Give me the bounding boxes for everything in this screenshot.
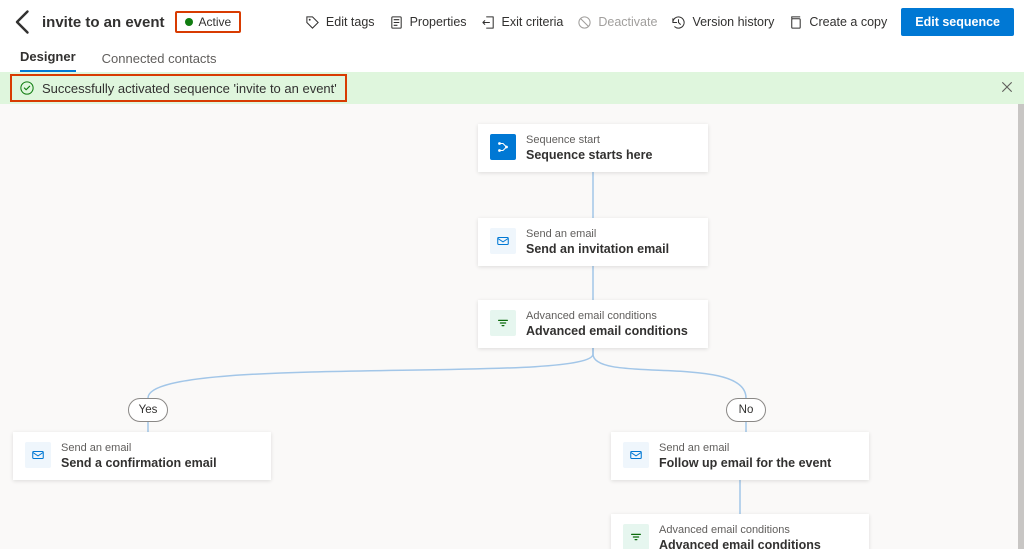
header-bar: invite to an event Active Edit tags Prop… — [0, 0, 1024, 44]
node-title: Advanced email conditions — [659, 538, 821, 549]
node-label: Advanced email conditions — [526, 310, 688, 322]
copy-icon — [788, 15, 803, 30]
close-icon — [1000, 80, 1014, 94]
tab-designer[interactable]: Designer — [20, 49, 76, 72]
node-label: Sequence start — [526, 134, 652, 146]
email-icon — [623, 442, 649, 468]
back-button[interactable] — [10, 8, 38, 36]
tab-connected-contacts[interactable]: Connected contacts — [102, 51, 217, 72]
success-icon — [20, 81, 34, 95]
deactivate-icon — [577, 15, 592, 30]
banner-close-button[interactable] — [1000, 80, 1014, 97]
node-title: Send a confirmation email — [61, 456, 217, 470]
node-label: Send an email — [61, 442, 217, 454]
create-copy-button[interactable]: Create a copy — [788, 15, 887, 30]
conditions-icon — [490, 310, 516, 336]
node-send-invitation-email[interactable]: Send an email Send an invitation email — [478, 218, 708, 266]
history-icon — [671, 15, 686, 30]
sequence-start-icon — [490, 134, 516, 160]
exit-icon — [481, 15, 496, 30]
node-label: Send an email — [659, 442, 831, 454]
properties-button[interactable]: Properties — [389, 15, 467, 30]
tag-icon — [305, 15, 320, 30]
exit-criteria-button[interactable]: Exit criteria — [481, 15, 564, 30]
version-history-button[interactable]: Version history — [671, 15, 774, 30]
status-dot-icon — [185, 18, 193, 26]
node-confirmation-email[interactable]: Send an email Send a confirmation email — [13, 432, 271, 480]
email-icon — [25, 442, 51, 468]
success-banner: Successfully activated sequence 'invite … — [0, 72, 1024, 104]
toolbar: Edit tags Properties Exit criteria Deact… — [305, 8, 1014, 36]
node-title: Follow up email for the event — [659, 456, 831, 470]
node-label: Send an email — [526, 228, 669, 240]
node-followup-email[interactable]: Send an email Follow up email for the ev… — [611, 432, 869, 480]
edit-tags-button[interactable]: Edit tags — [305, 15, 375, 30]
node-title: Advanced email conditions — [526, 324, 688, 338]
node-label: Advanced email conditions — [659, 524, 821, 536]
properties-icon — [389, 15, 404, 30]
banner-message: Successfully activated sequence 'invite … — [42, 81, 337, 96]
designer-canvas[interactable]: Sequence start Sequence starts here Send… — [0, 104, 1024, 549]
node-sequence-start[interactable]: Sequence start Sequence starts here — [478, 124, 708, 172]
page-title: invite to an event — [42, 14, 165, 31]
node-title: Send an invitation email — [526, 242, 669, 256]
conditions-icon — [623, 524, 649, 549]
email-icon — [490, 228, 516, 254]
status-badge: Active — [175, 11, 242, 33]
branch-yes[interactable]: Yes — [128, 398, 168, 422]
edit-sequence-button[interactable]: Edit sequence — [901, 8, 1014, 36]
deactivate-button[interactable]: Deactivate — [577, 15, 657, 30]
node-advanced-conditions-2[interactable]: Advanced email conditions Advanced email… — [611, 514, 869, 549]
node-title: Sequence starts here — [526, 148, 652, 162]
status-label: Active — [199, 15, 232, 29]
branch-no[interactable]: No — [726, 398, 766, 422]
tabs: Designer Connected contacts — [0, 44, 1024, 72]
node-advanced-conditions[interactable]: Advanced email conditions Advanced email… — [478, 300, 708, 348]
